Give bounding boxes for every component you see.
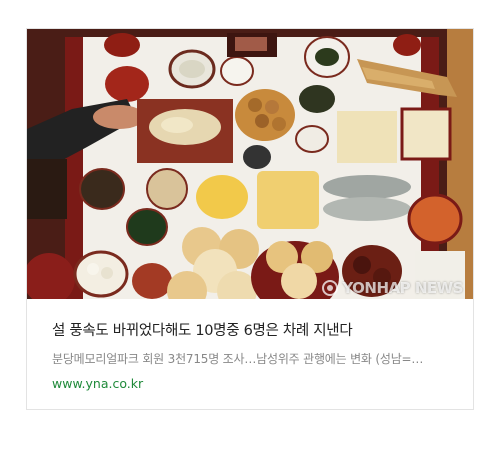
watermark-text: YONHAP NEWS	[342, 279, 463, 297]
yonhap-logo-icon	[322, 280, 339, 296]
ancestral-rite-table-photo	[27, 29, 473, 299]
article-snippet: 분당메모리얼파크 회원 3천715명 조사…남성위주 관행에는 변화 (성남=…	[52, 352, 424, 366]
article-thumbnail[interactable]: YONHAP NEWS	[27, 29, 473, 299]
article-headline[interactable]: 설 풍속도 바뀌었다해도 10명중 6명은 차례 지낸다	[52, 319, 452, 340]
news-card[interactable]: YONHAP NEWS 설 풍속도 바뀌었다해도 10명중 6명은 차례 지낸다…	[26, 28, 474, 410]
article-source-link[interactable]: www.yna.co.kr	[52, 376, 143, 391]
yonhap-news-watermark: YONHAP NEWS	[322, 279, 463, 297]
